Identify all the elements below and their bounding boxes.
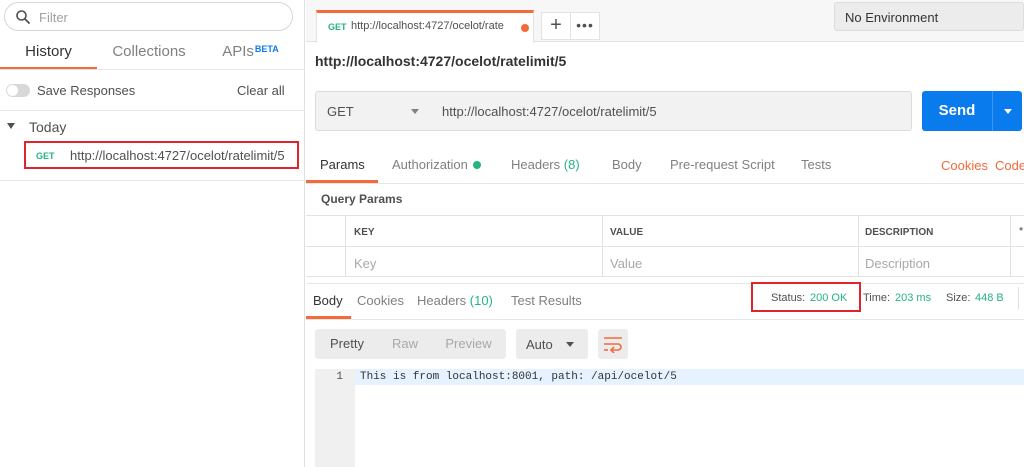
status-label: Status:: [771, 292, 806, 304]
divider: [306, 319, 1024, 320]
pretty-view-button[interactable]: Pretty: [315, 329, 379, 359]
request-name: http://localhost:4727/ocelot/ratelimit/5: [315, 53, 567, 69]
tab-headers-count: (8): [563, 157, 580, 172]
response-tab-headers-count: (10): [469, 293, 493, 308]
tab-headers[interactable]: Headers (8): [511, 157, 580, 172]
request-tab-method: GET: [328, 22, 347, 32]
response-body-text[interactable]: This is from localhost:8001, path: /api/…: [360, 371, 677, 383]
search-icon: [16, 10, 30, 24]
divider: [0, 180, 305, 181]
chevron-down-icon: [411, 109, 419, 114]
request-tab-url: http://localhost:4727/ocelot/rate: [351, 20, 504, 32]
format-select-value: Auto: [526, 337, 553, 352]
request-tab[interactable]: GET http://localhost:4727/ocelot/rate: [316, 10, 534, 43]
divider: [0, 69, 305, 70]
toggle-knob: [7, 85, 18, 96]
status-value[interactable]: 200 OK: [810, 292, 847, 304]
key-header: KEY: [354, 227, 375, 238]
size-label: Size:: [946, 292, 971, 304]
wrap-lines-button[interactable]: [598, 329, 628, 359]
tab-apis-label: APIs: [222, 43, 254, 60]
divider: [306, 246, 1024, 247]
filter-input[interactable]: [39, 8, 279, 26]
time-label: Time:: [863, 292, 891, 304]
chevron-down-icon: [566, 342, 574, 347]
send-button[interactable]: Send: [922, 91, 992, 131]
wrap-lines-icon: [604, 337, 622, 353]
history-group-today[interactable]: Today: [29, 119, 66, 135]
plus-icon: +: [550, 14, 562, 36]
tab-collections[interactable]: Collections: [100, 43, 198, 69]
size-value[interactable]: 448 B: [975, 292, 1004, 304]
tab-body[interactable]: Body: [612, 157, 642, 172]
raw-view-button[interactable]: Raw: [379, 329, 431, 359]
response-tab-headers[interactable]: Headers (10): [417, 293, 493, 308]
response-tab-body[interactable]: Body: [313, 293, 343, 308]
time-value[interactable]: 203 ms: [895, 292, 931, 304]
divider: [0, 110, 305, 111]
tab-authorization[interactable]: Authorization: [392, 157, 468, 172]
tab-pre-request-script[interactable]: Pre-request Script: [670, 157, 775, 172]
divider: [1018, 287, 1019, 309]
tab-tests[interactable]: Tests: [801, 157, 831, 172]
tab-history[interactable]: History: [0, 43, 97, 70]
tab-headers-label: Headers: [511, 157, 561, 172]
beta-badge: BETA: [254, 44, 279, 54]
add-tab-button[interactable]: +: [541, 12, 571, 40]
save-responses-toggle[interactable]: [6, 84, 30, 97]
chevron-down-icon: [1004, 109, 1012, 114]
send-options-button[interactable]: [992, 91, 1022, 131]
response-tab-test-results[interactable]: Test Results: [511, 293, 582, 308]
editor-gutter: [315, 369, 355, 467]
status-dot-icon: [473, 161, 481, 169]
value-field[interactable]: Value: [610, 256, 642, 271]
description-field[interactable]: Description: [865, 256, 930, 271]
response-tab-headers-label: Headers: [417, 293, 467, 308]
cookies-link[interactable]: Cookies: [941, 158, 988, 173]
ellipsis-icon: •••: [576, 17, 594, 33]
url-input[interactable]: [431, 91, 912, 131]
method-select-value: GET: [327, 104, 354, 119]
divider: [306, 283, 1024, 284]
tab-collections-label: Collections: [112, 43, 186, 60]
value-header: VALUE: [610, 227, 644, 238]
save-responses-label: Save Responses: [37, 83, 136, 98]
query-params-title: Query Params: [321, 192, 403, 206]
history-item-url: http://localhost:4727/ocelot/ratelimit/5: [70, 148, 285, 163]
preview-view-button[interactable]: Preview: [431, 329, 506, 359]
tab-history-label: History: [25, 43, 72, 60]
filter-box[interactable]: [4, 2, 293, 31]
caret-down-icon[interactable]: [7, 123, 15, 129]
tab-apis[interactable]: APIsBETA: [200, 43, 300, 69]
key-field[interactable]: Key: [354, 256, 376, 271]
divider: [306, 183, 1024, 184]
response-tab-cookies[interactable]: Cookies: [357, 293, 404, 308]
description-header: DESCRIPTION: [865, 227, 934, 238]
code-link[interactable]: Code: [995, 158, 1024, 173]
line-number: 1: [336, 371, 343, 383]
sidebar: [0, 0, 305, 467]
environment-select[interactable]: No Environment: [834, 2, 1024, 31]
unsaved-dot-icon: [521, 24, 529, 32]
history-item[interactable]: GET http://localhost:4727/ocelot/ratelim…: [24, 141, 299, 169]
format-select[interactable]: Auto: [516, 329, 588, 359]
more-tabs-button[interactable]: •••: [570, 12, 600, 40]
method-select[interactable]: GET: [315, 91, 432, 131]
tab-params[interactable]: Params: [320, 157, 365, 172]
history-item-method: GET: [36, 151, 55, 161]
table-options-icon[interactable]: •: [1019, 222, 1023, 236]
clear-all-button[interactable]: Clear all: [237, 83, 285, 98]
